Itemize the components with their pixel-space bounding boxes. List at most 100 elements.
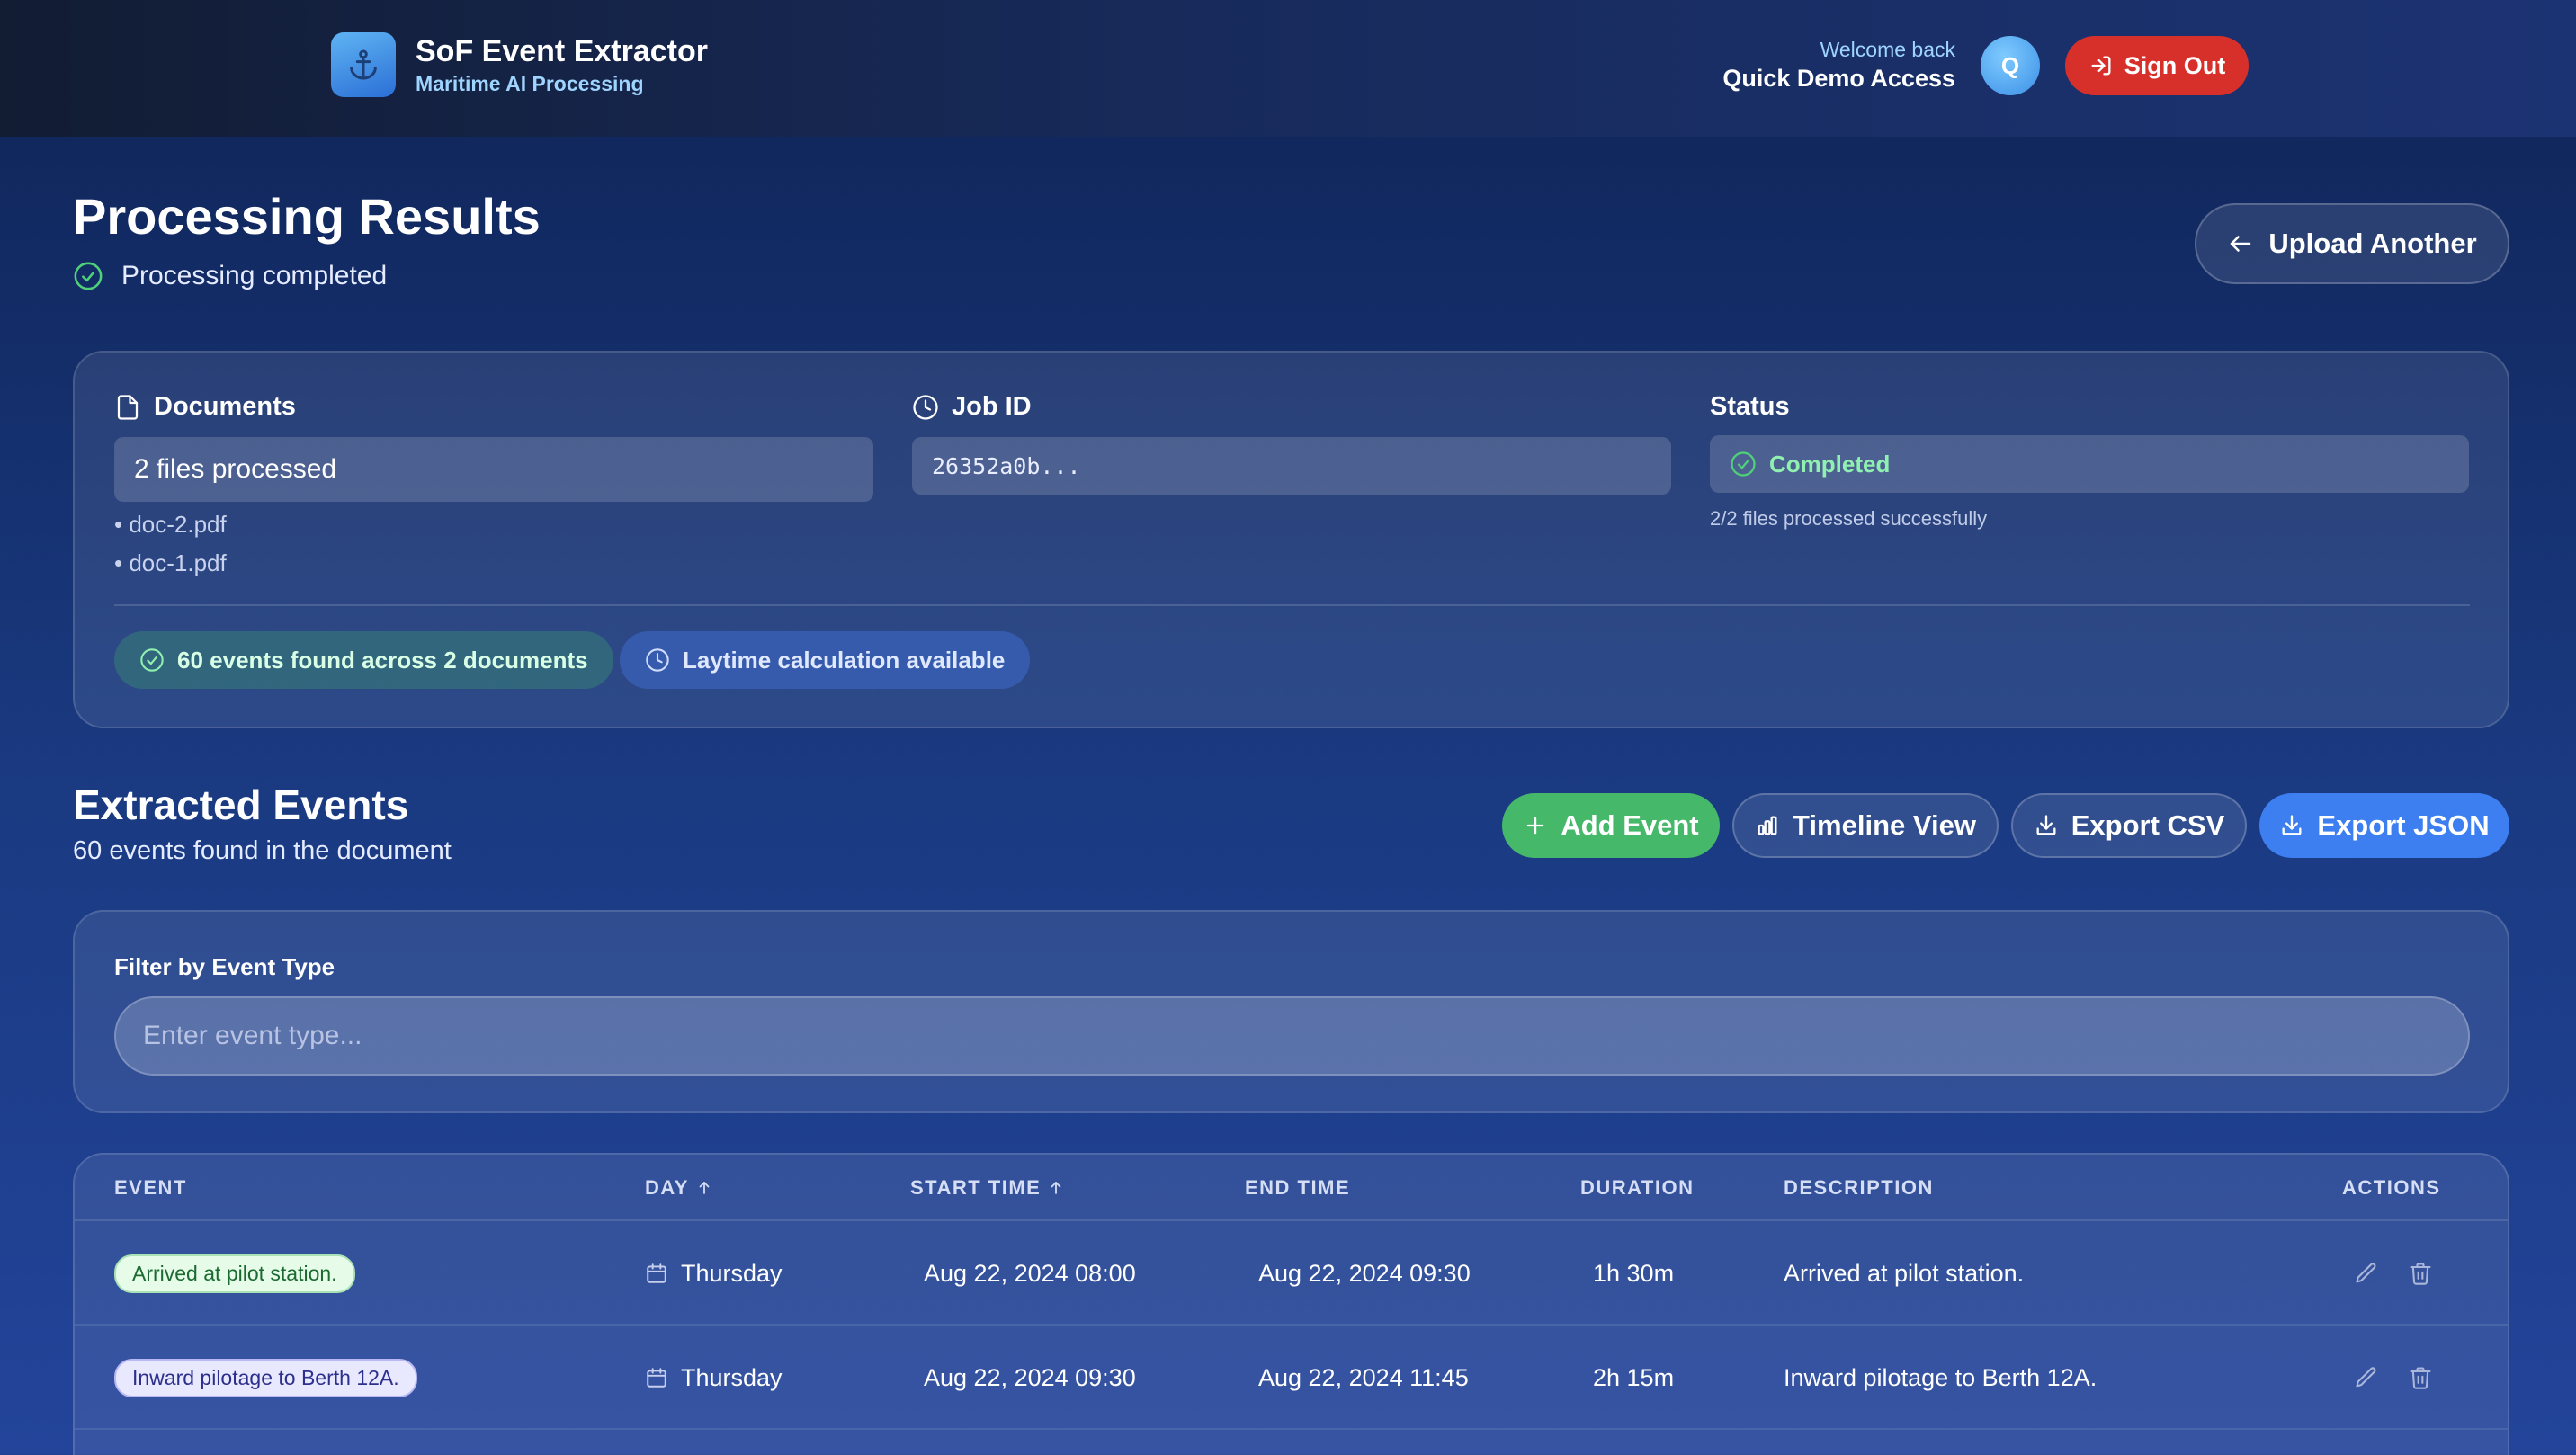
clock-icon	[645, 647, 670, 673]
plus-icon	[1523, 813, 1548, 838]
sort-arrow-icon	[696, 1180, 712, 1196]
events-table: EVENT DAY START TIME END TIME DURATION D…	[73, 1153, 2509, 1455]
column-header-duration[interactable]: DURATION	[1580, 1176, 1694, 1200]
processing-status: Processing completed	[73, 261, 387, 291]
day-cell: Thursday	[645, 1221, 783, 1326]
start-time-cell: Aug 22, 2024 08:00	[924, 1259, 1136, 1287]
job-id-heading: Job ID	[912, 392, 1032, 422]
status-detail: 2/2 files processed successfully	[1710, 507, 1988, 530]
status-value: Completed	[1769, 450, 1891, 478]
status-label: Status	[1710, 392, 1790, 421]
table-row[interactable]: Inward pilotage to Berth 12A. Thursday A…	[75, 1326, 2508, 1430]
trash-icon[interactable]	[2408, 1261, 2433, 1286]
actions-cell	[2354, 1221, 2433, 1326]
timeline-view-label: Timeline View	[1793, 809, 1976, 841]
column-header-label: ACTIONS	[2342, 1176, 2441, 1199]
events-found-badge: 60 events found across 2 documents	[114, 631, 613, 689]
day-value: Thursday	[681, 1259, 783, 1287]
duration-cell: 1h 30m	[1593, 1259, 1675, 1287]
export-json-button[interactable]: Export JSON	[2259, 793, 2509, 858]
job-id-label: Job ID	[952, 392, 1032, 421]
description-cell: Arrived at pilot station.	[1784, 1259, 2025, 1287]
table-row[interactable]: Arrived at pilot station. Thursday Aug 2…	[75, 1221, 2508, 1326]
page-title: Processing Results	[73, 188, 541, 245]
export-csv-button[interactable]: Export CSV	[2011, 793, 2247, 858]
filter-label: Filter by Event Type	[114, 953, 335, 980]
event-cell: Arrived at pilot station.	[114, 1221, 355, 1326]
clock-icon	[912, 394, 939, 421]
events-section-subtitle: 60 events found in the document	[73, 836, 452, 865]
app-subtitle: Maritime AI Processing	[416, 72, 644, 95]
documents-heading: Documents	[114, 392, 296, 422]
summary-divider	[114, 604, 2470, 606]
status-heading: Status	[1710, 392, 1790, 422]
avatar[interactable]: Q	[1981, 36, 2040, 95]
bar-chart-icon	[1755, 813, 1780, 838]
file-item: • doc-1.pdf	[114, 549, 227, 576]
start-time-cell: Aug 22, 2024 09:30	[924, 1363, 1136, 1391]
day-cell: Thursday	[645, 1326, 783, 1430]
welcome-label: Welcome back	[1820, 38, 1955, 61]
column-header-label: EVENT	[114, 1176, 187, 1199]
file-item: • doc-2.pdf	[114, 511, 227, 538]
column-header-actions: ACTIONS	[2342, 1176, 2441, 1200]
column-header-label: DESCRIPTION	[1784, 1176, 1934, 1199]
column-header-label: START TIME	[910, 1176, 1042, 1199]
event-type-tag[interactable]: Inward pilotage to Berth 12A.	[114, 1358, 417, 1397]
sign-out-icon	[2089, 53, 2114, 78]
description-cell: Inward pilotage to Berth 12A.	[1784, 1363, 2097, 1391]
job-id-value: 26352a0b...	[912, 437, 1671, 495]
calendar-icon	[645, 1262, 668, 1285]
table-header: EVENT DAY START TIME END TIME DURATION D…	[75, 1155, 2508, 1221]
duration-cell: 2h 15m	[1593, 1363, 1675, 1391]
column-header-label: END TIME	[1245, 1176, 1351, 1199]
event-type-tag[interactable]: Arrived at pilot station.	[114, 1254, 355, 1293]
processing-status-text: Processing completed	[121, 261, 388, 290]
sign-out-label: Sign Out	[2124, 51, 2226, 79]
file-icon	[114, 394, 141, 421]
add-event-button[interactable]: Add Event	[1502, 793, 1720, 858]
day-value: Thursday	[681, 1363, 783, 1391]
column-header-label: DAY	[645, 1176, 689, 1199]
events-section-title: Extracted Events	[73, 781, 409, 828]
actions-cell	[2354, 1326, 2433, 1430]
download-icon	[2279, 813, 2304, 838]
edit-icon[interactable]	[2354, 1261, 2379, 1286]
column-header-label: DURATION	[1580, 1176, 1695, 1199]
arrow-left-icon	[2227, 230, 2254, 257]
column-header-end-time[interactable]: END TIME	[1245, 1176, 1350, 1200]
check-circle-icon	[73, 261, 103, 291]
filter-card: Filter by Event Type	[73, 910, 2509, 1113]
documents-value: 2 files processed	[114, 437, 873, 502]
upload-another-label: Upload Another	[2268, 228, 2477, 259]
column-header-description[interactable]: DESCRIPTION	[1784, 1176, 1934, 1200]
events-found-text: 60 events found across 2 documents	[177, 646, 588, 674]
export-csv-label: Export CSV	[2071, 809, 2225, 841]
add-event-label: Add Event	[1561, 809, 1699, 841]
end-time-cell: Aug 22, 2024 11:45	[1258, 1363, 1469, 1391]
download-icon	[2034, 813, 2059, 838]
event-type-filter-input[interactable]	[114, 996, 2470, 1076]
edit-icon[interactable]	[2354, 1365, 2379, 1390]
anchor-icon	[345, 47, 381, 83]
sign-out-button[interactable]: Sign Out	[2065, 36, 2249, 95]
check-circle-icon	[1730, 451, 1757, 478]
column-header-start-time[interactable]: START TIME	[910, 1176, 1064, 1200]
export-json-label: Export JSON	[2317, 809, 2490, 841]
calendar-icon	[645, 1366, 668, 1389]
sort-arrow-icon	[1048, 1180, 1064, 1196]
laytime-badge[interactable]: Laytime calculation available	[620, 631, 1031, 689]
check-circle-icon	[139, 647, 165, 673]
upload-another-button[interactable]: Upload Another	[2195, 203, 2509, 284]
app-logo[interactable]	[331, 32, 396, 97]
column-header-event[interactable]: EVENT	[114, 1176, 187, 1200]
column-header-day[interactable]: DAY	[645, 1176, 712, 1200]
documents-label: Documents	[154, 392, 296, 421]
event-cell: Inward pilotage to Berth 12A.	[114, 1326, 417, 1430]
laytime-text: Laytime calculation available	[683, 646, 1006, 674]
app-title: SoF Event Extractor	[416, 34, 708, 68]
timeline-view-button[interactable]: Timeline View	[1732, 793, 1999, 858]
top-bar: SoF Event Extractor Maritime AI Processi…	[0, 0, 2576, 137]
end-time-cell: Aug 22, 2024 09:30	[1258, 1259, 1471, 1287]
trash-icon[interactable]	[2408, 1365, 2433, 1390]
